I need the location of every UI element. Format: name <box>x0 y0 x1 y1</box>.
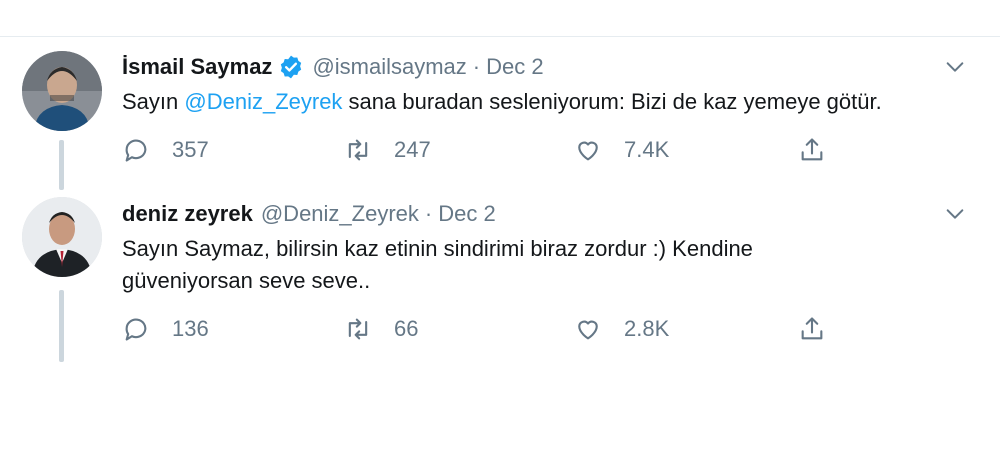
thread-connector-line <box>59 140 64 190</box>
author-name[interactable]: deniz zeyrek <box>122 201 253 227</box>
heart-icon <box>578 141 598 161</box>
share-icon <box>801 138 823 161</box>
share-button[interactable] <box>798 312 848 346</box>
retweet-icon <box>348 318 368 340</box>
chevron-down-icon[interactable] <box>944 203 966 225</box>
author-handle[interactable]: @ismailsaymaz <box>312 54 466 80</box>
like-count: 2.8K <box>624 316 670 341</box>
tweet-text-prefix: Sayın <box>122 89 185 114</box>
retweet-button[interactable]: 247 <box>344 133 431 167</box>
author-name[interactable]: İsmail Saymaz <box>122 54 272 80</box>
tweet-text-line: Sayın Saymaz, bilirsin kaz etinin sindir… <box>122 236 753 261</box>
retweet-count: 247 <box>394 137 431 162</box>
thread-connector-line <box>59 290 64 362</box>
mention-link[interactable]: @Deniz_Zeyrek <box>184 89 342 114</box>
reply-icon <box>125 139 147 162</box>
avatar-deniz-zeyrek[interactable] <box>22 197 102 277</box>
share-icon <box>801 317 823 340</box>
retweet-button[interactable]: 66 <box>344 312 418 346</box>
tweet-date[interactable]: Dec 2 <box>486 54 543 80</box>
reply-icon <box>125 318 147 341</box>
avatar-ismail-saymaz[interactable] <box>22 51 102 131</box>
reply-button[interactable]: 357 <box>122 133 209 167</box>
author-handle[interactable]: @Deniz_Zeyrek <box>261 201 419 227</box>
retweet-count: 66 <box>394 316 419 341</box>
reply-count: 136 <box>172 316 209 341</box>
heart-icon <box>578 320 598 340</box>
retweet-icon <box>348 139 368 161</box>
tweet-header: İsmail Saymaz @ismailsaymaz · Dec 2 <box>122 52 544 82</box>
tweet-text: Sayın Saymaz, bilirsin kaz etinin sindir… <box>122 233 952 297</box>
reply-button[interactable]: 136 <box>122 312 209 346</box>
tweet-text-line: güveniyorsan seve seve.. <box>122 268 371 293</box>
like-count: 7.4K <box>624 137 670 162</box>
tweet-text: Sayın @Deniz_Zeyrek sana buradan sesleni… <box>122 86 952 118</box>
timeline-top-divider <box>0 36 1000 37</box>
tweet-header: deniz zeyrek @Deniz_Zeyrek · Dec 2 <box>122 199 496 229</box>
avatar-image <box>22 197 102 277</box>
like-button[interactable]: 2.8K <box>574 312 669 346</box>
share-button[interactable] <box>798 133 848 167</box>
verified-badge-icon <box>281 55 302 79</box>
header-separator: · <box>424 201 433 226</box>
like-button[interactable]: 7.4K <box>574 133 669 167</box>
tweet-date[interactable]: Dec 2 <box>438 201 495 227</box>
tweet-text-suffix: sana buradan sesleniyorum: Bizi de kaz y… <box>342 89 882 114</box>
header-separator: · <box>472 54 481 79</box>
avatar-image <box>22 51 102 131</box>
chevron-down-icon[interactable] <box>944 56 966 78</box>
reply-count: 357 <box>172 137 209 162</box>
